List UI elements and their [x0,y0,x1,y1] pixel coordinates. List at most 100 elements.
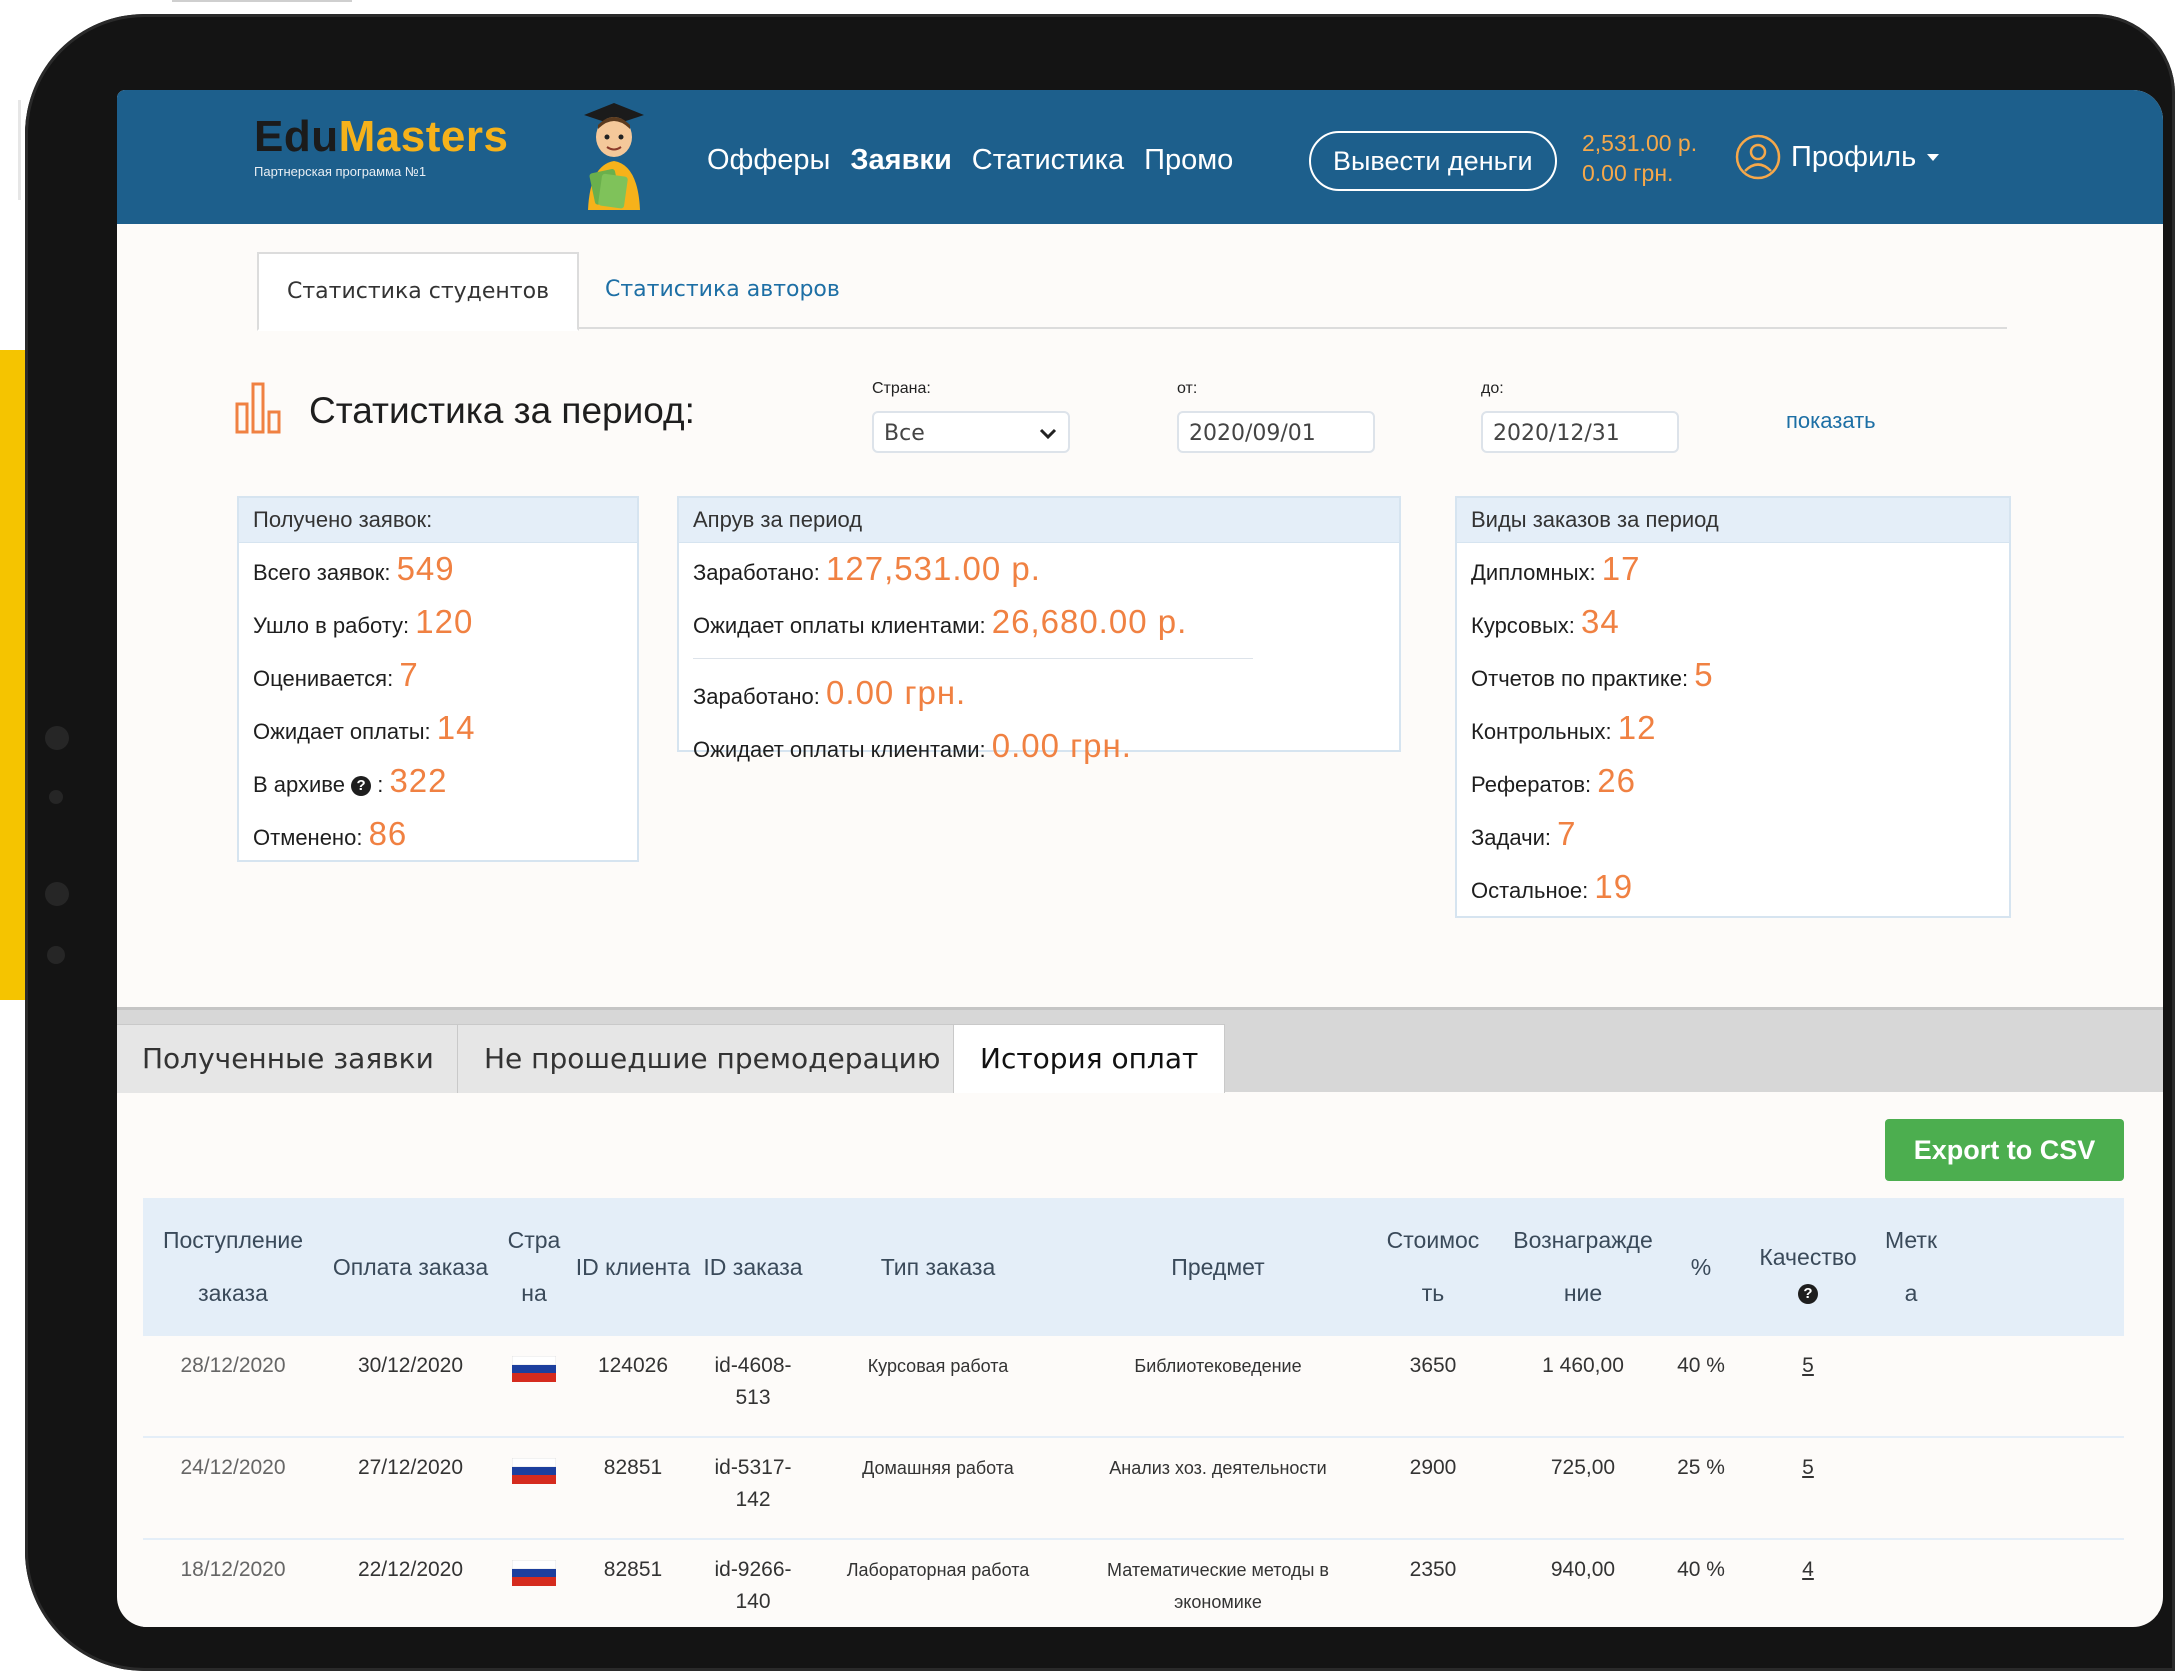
col-order-id[interactable]: ID заказа [698,1198,808,1336]
bar-chart-icon [235,382,281,434]
cell-client-id: 124026 [597,1354,669,1377]
col-client-id[interactable]: ID клиента [573,1198,693,1336]
tab-received-requests[interactable]: Полученные заявки [117,1024,461,1093]
logo[interactable]: EduMasters Партнерская программа №1 [254,112,508,179]
cell-order-type: Лабораторная работа [846,1560,1030,1580]
tab-student-stats[interactable]: Статистика студентов [257,252,580,331]
background-tab-mark [172,0,352,10]
caret-down-icon [1927,154,1940,161]
earned-uah: Заработано: 0.00 грн. [693,674,967,711]
tablet-button [45,882,69,906]
received-panel: Получено заявок: Всего заявок: 549 Ушло … [237,496,639,862]
user-icon [1735,134,1781,180]
cell-order-type: Домашняя работа [862,1458,1014,1478]
col-quality[interactable]: Качество ? [1738,1198,1878,1336]
approve-title: Апрув за период [679,498,1399,543]
received-title: Получено заявок: [239,498,637,543]
chevron-down-icon [1039,428,1057,440]
col-subject[interactable]: Предмет [1068,1198,1368,1336]
cell-order-id[interactable]: id-4608-513 [698,1350,808,1414]
col-label[interactable]: Метк а [1878,1198,1944,1336]
order-types-panel: Виды заказов за период Дипломных: 17 Кур… [1455,496,2011,918]
tab-payment-history[interactable]: История оплат [953,1024,1226,1093]
top-navbar: EduMasters Партнерская программа №1 Оффе… [117,90,2163,224]
export-csv-button[interactable]: Export to CSV [1885,1119,2124,1181]
stat-cancelled: Отменено: 86 [253,815,408,852]
orders-tabs: Полученные заявки Не прошедшие премодера… [117,1007,2163,1093]
screen: EduMasters Партнерская программа №1 Оффе… [117,90,2163,1627]
type-coursework: Курсовых: 34 [1471,603,1620,640]
tab-not-moderated[interactable]: Не прошедшие премодерацию [457,1024,968,1093]
profile-menu[interactable]: Профиль [1735,134,1940,180]
cell-quality[interactable]: 4 [1738,1554,1878,1586]
help-icon[interactable]: ? [351,776,372,796]
type-essay: Рефератов: 26 [1471,762,1636,799]
cell-quality[interactable]: 5 [1738,1452,1878,1484]
country-select[interactable]: Все [872,411,1070,453]
cell-subject: Анализ хоз. деятельности [1109,1458,1327,1478]
col-reward[interactable]: Вознагражде ние [1498,1198,1668,1336]
stat-total: Всего заявок: 549 [253,550,455,587]
country-label: Страна: [872,380,931,397]
logo-subtitle: Партнерская программа №1 [254,164,427,179]
withdraw-button[interactable]: Вывести деньги [1309,131,1557,191]
logo-wordmark: EduMasters [254,112,508,162]
approve-panel: Апрув за период Заработано: 127,531.00 р… [677,496,1401,764]
tablet-sensor [49,790,63,804]
cell-received: 24/12/2020 [180,1456,286,1479]
col-cost[interactable]: Стоимос ть [1373,1198,1493,1336]
stat-archived: В архиве ? : 322 [253,762,448,799]
help-icon[interactable]: ? [1798,1283,1818,1304]
col-country[interactable]: Стра на [498,1198,570,1336]
stat-in-work: Ушло в работу: 120 [253,603,474,640]
to-label: до: [1481,380,1504,397]
tab-author-stats[interactable]: Статистика авторов [577,252,868,327]
nav-statistics[interactable]: Статистика [972,144,1124,177]
balance: 2,531.00 р. 0.00 грн. [1582,128,1697,188]
table-row: 24/12/2020 27/12/2020 82851 id-5317-142 … [143,1438,2124,1540]
cell-received: 28/12/2020 [180,1354,286,1377]
period-title: Статистика за период: [309,390,695,431]
col-order-type[interactable]: Тип заказа [813,1198,1063,1336]
tablet-button [45,726,69,750]
pending-uah: Ожидает оплаты клиентами: 0.00 грн. [693,727,1132,764]
stats-tabs: Статистика студентов Статистика авторов [257,252,2007,331]
cell-cost: 2350 [1409,1558,1457,1581]
col-percent[interactable]: % [1673,1198,1729,1336]
col-paid[interactable]: Оплата заказа [328,1198,493,1336]
pending-rub: Ожидает оплаты клиентами: 26,680.00 р. [693,603,1188,640]
show-button[interactable]: показать [1786,408,1876,434]
stat-evaluating: Оценивается: 7 [253,656,419,693]
cell-order-id[interactable]: id-5317-142 [698,1452,808,1516]
stat-awaiting-payment: Ожидает оплаты: 14 [253,709,476,746]
type-tasks: Задачи: 7 [1471,815,1577,852]
order-types-title: Виды заказов за период [1457,498,2009,543]
country-value: Все [884,421,925,446]
type-other: Остальное: 19 [1471,868,1634,905]
background-line [18,100,21,200]
cell-order-type: Курсовая работа [867,1356,1009,1376]
cell-percent: 40 % [1677,1558,1725,1581]
nav-offers[interactable]: Офферы [707,144,830,177]
mascot-icon [584,103,644,210]
cell-reward: 940,00 [1550,1558,1616,1581]
table-header: Поступление заказа Оплата заказа Стра на… [143,1198,2124,1336]
type-diploma: Дипломных: 17 [1471,550,1641,587]
cell-quality[interactable]: 5 [1738,1350,1878,1382]
from-label: от: [1177,380,1198,397]
cell-order-id[interactable]: id-9266-140 [698,1554,808,1618]
payments-table: Поступление заказа Оплата заказа Стра на… [143,1198,2124,1627]
cell-reward: 725,00 [1550,1456,1616,1479]
cell-subject: Математические методы в экономике [1107,1560,1329,1612]
nav-requests[interactable]: Заявки [850,144,951,177]
cell-paid: 22/12/2020 [357,1558,464,1581]
date-from-input[interactable]: 2020/09/01 [1177,411,1375,453]
cell-client-id: 82851 [603,1558,663,1581]
col-received[interactable]: Поступление заказа [143,1198,323,1336]
main-nav: Офферы Заявки Статистика Промо [707,144,1233,177]
date-to-input[interactable]: 2020/12/31 [1481,411,1679,453]
nav-promo[interactable]: Промо [1144,144,1233,177]
tablet-button [47,946,65,964]
table-row: 18/12/2020 22/12/2020 82851 id-9266-140 … [143,1540,2124,1627]
cell-cost: 3650 [1409,1354,1457,1377]
